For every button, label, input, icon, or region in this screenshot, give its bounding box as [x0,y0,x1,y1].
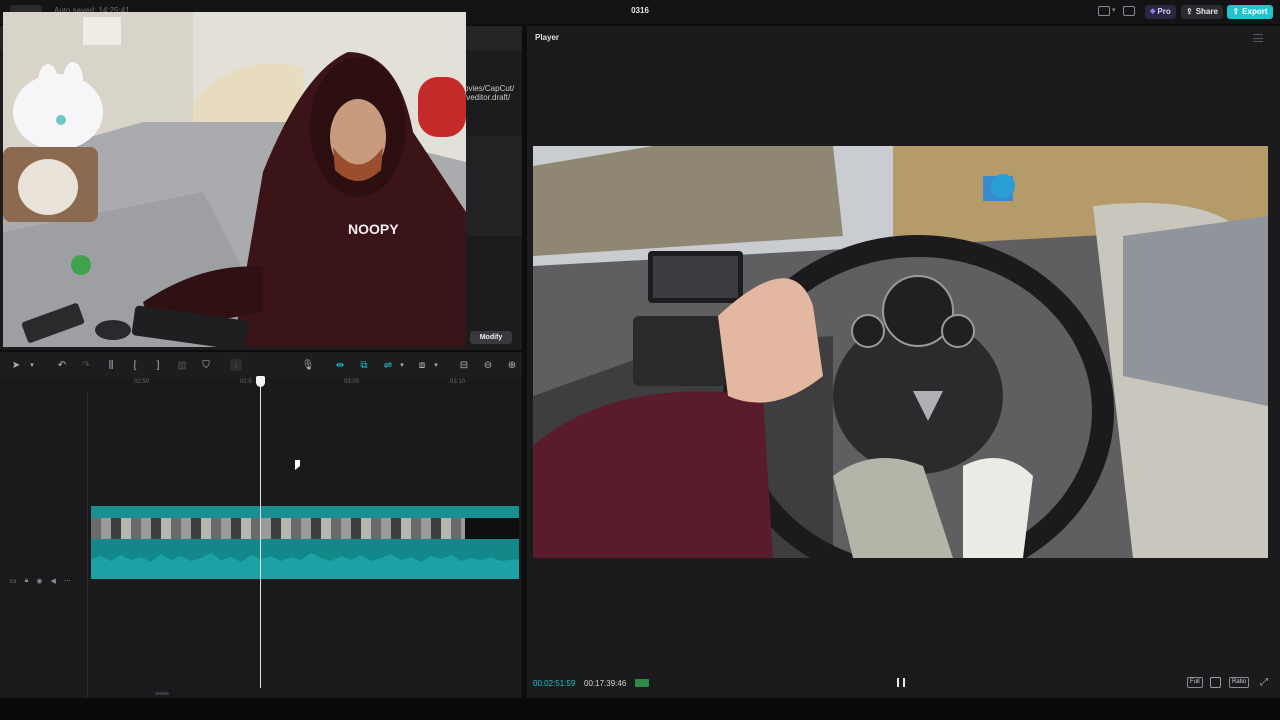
current-time: 00:02:51:59 [533,679,576,688]
subtitle-icon[interactable] [1123,6,1135,16]
track-controls: ▭ 🔒︎ ◉ ◀ ⋯ [10,577,71,585]
more-icon[interactable]: ⋯ [64,577,71,585]
audio-waveform [91,539,519,579]
export-icon: ⇧ [1232,7,1240,16]
draft-path-line-2: \veditor.draft/ [464,93,511,102]
caption-icon[interactable]: ⊟ [458,359,470,371]
trim-left-icon[interactable]: [ [129,359,141,371]
cover-icon[interactable]: ▭ [10,577,17,585]
webcam-image: NOOPY [3,12,466,347]
diamond-icon: ◆ [1150,8,1156,15]
tick-label: 02:5 [240,379,252,385]
timeline-scrollbar[interactable] [155,692,169,695]
draft-path: ovies/CapCut/ \veditor.draft/ [464,84,514,102]
preview-axis-icon[interactable]: ⇌ [382,359,394,371]
layout-icon[interactable] [1098,6,1110,16]
delete-icon[interactable]: ▥ [176,359,188,371]
mouse-cursor-icon [295,460,300,470]
track-header-column: ▭ 🔒︎ ◉ ◀ ⋯ [0,392,88,698]
timeline-toolbar: ➤ ▾ ↶ ↷ ⫼ [ ] ▥ ⛉ ‹ 🎙 ⇹ ⧉ ⇌ ▾ ⧈ ▾ ⊟ ⊖ ⊕ [0,352,522,378]
share-button[interactable]: ⇪ Share [1181,5,1223,19]
zoom-in-icon[interactable]: ⊕ [506,359,518,371]
chevron-down-icon[interactable]: ▾ [1112,6,1116,14]
fit-view-icon[interactable] [1210,677,1221,688]
chevron-down-icon[interactable]: ▾ [430,359,442,371]
player-panel: Player 00:02:51:59 00:17:39:46 Full Rati… [527,26,1280,698]
pro-label: Pro [1157,7,1171,16]
zoom-out-icon[interactable]: ⊖ [482,359,494,371]
link-clips-icon[interactable]: ⧉ [358,359,370,371]
pause-icon[interactable] [897,678,905,687]
timeline-panel: ➤ ▾ ↶ ↷ ⫼ [ ] ▥ ⛉ ‹ 🎙 ⇹ ⧉ ⇌ ▾ ⧈ ▾ ⊟ ⊖ ⊕ … [0,352,522,698]
webcam-overlay: NOOPY [3,12,466,347]
full-quality-button[interactable]: Full [1187,677,1203,688]
video-clip[interactable] [91,506,519,579]
export-button[interactable]: ⇧ Export [1227,5,1273,19]
clip-header [91,506,519,518]
select-tool-icon[interactable]: ➤ [10,359,22,371]
media-info-block [466,136,522,236]
tick-label: 02:50 [134,379,150,385]
bottom-strip [0,698,1280,720]
video-frame [533,146,1268,558]
collapse-toolbar-icon[interactable]: ‹ [230,359,242,371]
marker-icon[interactable]: ⛉ [200,359,212,371]
tick-label: 03:00 [344,379,360,385]
clip-thumbnails-end [465,518,519,539]
total-time: 00:17:39:46 [584,679,627,688]
player-header: Player [527,26,1280,50]
modify-button[interactable]: Modify [470,331,512,344]
split-audio-icon[interactable]: ⧈ [416,359,428,371]
video-preview[interactable] [533,146,1268,558]
tick-label: 03:10 [450,379,466,385]
chevron-down-icon[interactable]: ▾ [26,359,38,371]
draft-path-line-1: ovies/CapCut/ [464,84,515,93]
playhead[interactable] [260,380,261,688]
lock-icon[interactable]: 🔒︎ [25,577,29,585]
split-icon[interactable]: ⫼ [105,359,117,371]
chevron-down-icon[interactable]: ▾ [396,359,408,371]
microphone-icon[interactable]: 🎙 [302,359,315,371]
undo-icon[interactable]: ↶ [56,359,68,371]
clip-thumbnails [91,518,465,539]
timecode-format-icon[interactable] [635,679,649,687]
eye-icon[interactable]: ◉ [36,577,42,585]
menu-icon[interactable] [1253,34,1263,42]
share-label: Share [1195,7,1218,16]
share-icon: ⇪ [1186,7,1193,16]
svg-text:NOOPY: NOOPY [348,221,399,237]
playhead-handle[interactable] [256,376,265,387]
player-title: Player [535,33,560,42]
export-label: Export [1242,7,1268,16]
trim-right-icon[interactable]: ] [152,359,164,371]
speaker-icon[interactable]: ◀ [50,577,55,585]
ratio-button[interactable]: Ratio [1229,677,1250,688]
timeline-ruler[interactable]: 02:50 02:5 03:00 03:10 [90,378,522,392]
fullscreen-icon[interactable]: ⤢ [1260,677,1268,688]
pro-button[interactable]: ◆ Pro [1145,5,1176,19]
redo-icon[interactable]: ↷ [80,359,92,371]
magnet-snap-icon[interactable]: ⇹ [334,359,346,371]
